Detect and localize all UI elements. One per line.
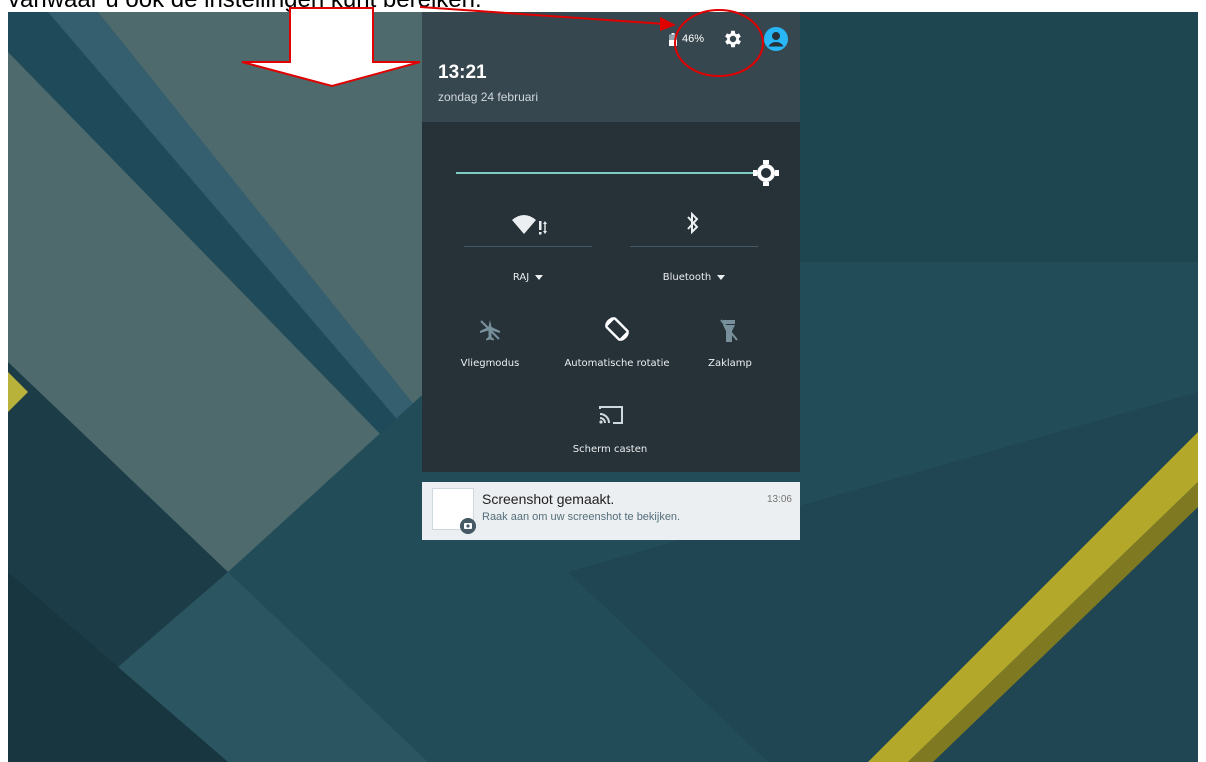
bluetooth-tile[interactable]: Bluetooth xyxy=(630,272,758,283)
flashlight-label[interactable]: Zaklamp xyxy=(680,358,780,369)
brightness-icon[interactable] xyxy=(753,160,779,186)
wifi-label: RAJ xyxy=(512,272,530,283)
cast-icon[interactable] xyxy=(598,404,624,426)
airplane-icon[interactable] xyxy=(478,318,502,342)
clock-date: zondag 24 februari xyxy=(438,90,539,104)
notification-time: 13:06 xyxy=(766,494,792,505)
notification-title: Screenshot gemaakt. xyxy=(482,491,615,507)
battery-icon xyxy=(668,32,677,46)
screenshot-badge-icon xyxy=(460,518,476,534)
rotation-icon[interactable] xyxy=(602,314,632,344)
notification-subtitle: Raak aan om uw screenshot te bekijken. xyxy=(482,511,681,523)
battery-percentage: 46% xyxy=(681,33,704,45)
android-screen: 46% 13:21 zondag 24 februari RAJ Bluetoo… xyxy=(8,12,1198,762)
wifi-dropdown-caret[interactable] xyxy=(535,274,544,280)
screenshot-notification[interactable]: Screenshot gemaakt. Raak aan om uw scree… xyxy=(422,482,800,540)
bluetooth-divider xyxy=(630,246,758,247)
brightness-slider[interactable] xyxy=(456,158,786,188)
wifi-tile[interactable]: RAJ xyxy=(464,272,592,283)
gear-icon[interactable] xyxy=(722,28,744,50)
clock-time: 13:21 xyxy=(438,62,487,83)
caption-text: vanwaar u ook de instellingen kunt berei… xyxy=(8,0,1198,12)
cast-label[interactable]: Scherm casten xyxy=(560,444,660,455)
quick-settings-panel: RAJ Bluetooth Vliegmodus Automatische ro… xyxy=(422,122,800,472)
airplane-label[interactable]: Vliegmodus xyxy=(440,358,540,369)
bluetooth-label: Bluetooth xyxy=(662,272,712,283)
rotation-label[interactable]: Automatische rotatie xyxy=(560,358,674,369)
bluetooth-dropdown-caret[interactable] xyxy=(717,274,726,280)
wifi-divider xyxy=(464,246,592,247)
flashlight-icon[interactable] xyxy=(719,318,739,344)
wifi-icon[interactable] xyxy=(512,212,550,236)
bluetooth-icon[interactable] xyxy=(683,210,703,236)
shade-header: 46% 13:21 zondag 24 februari xyxy=(422,12,800,122)
avatar-icon[interactable] xyxy=(764,27,788,51)
status-row: 46% xyxy=(668,26,788,52)
